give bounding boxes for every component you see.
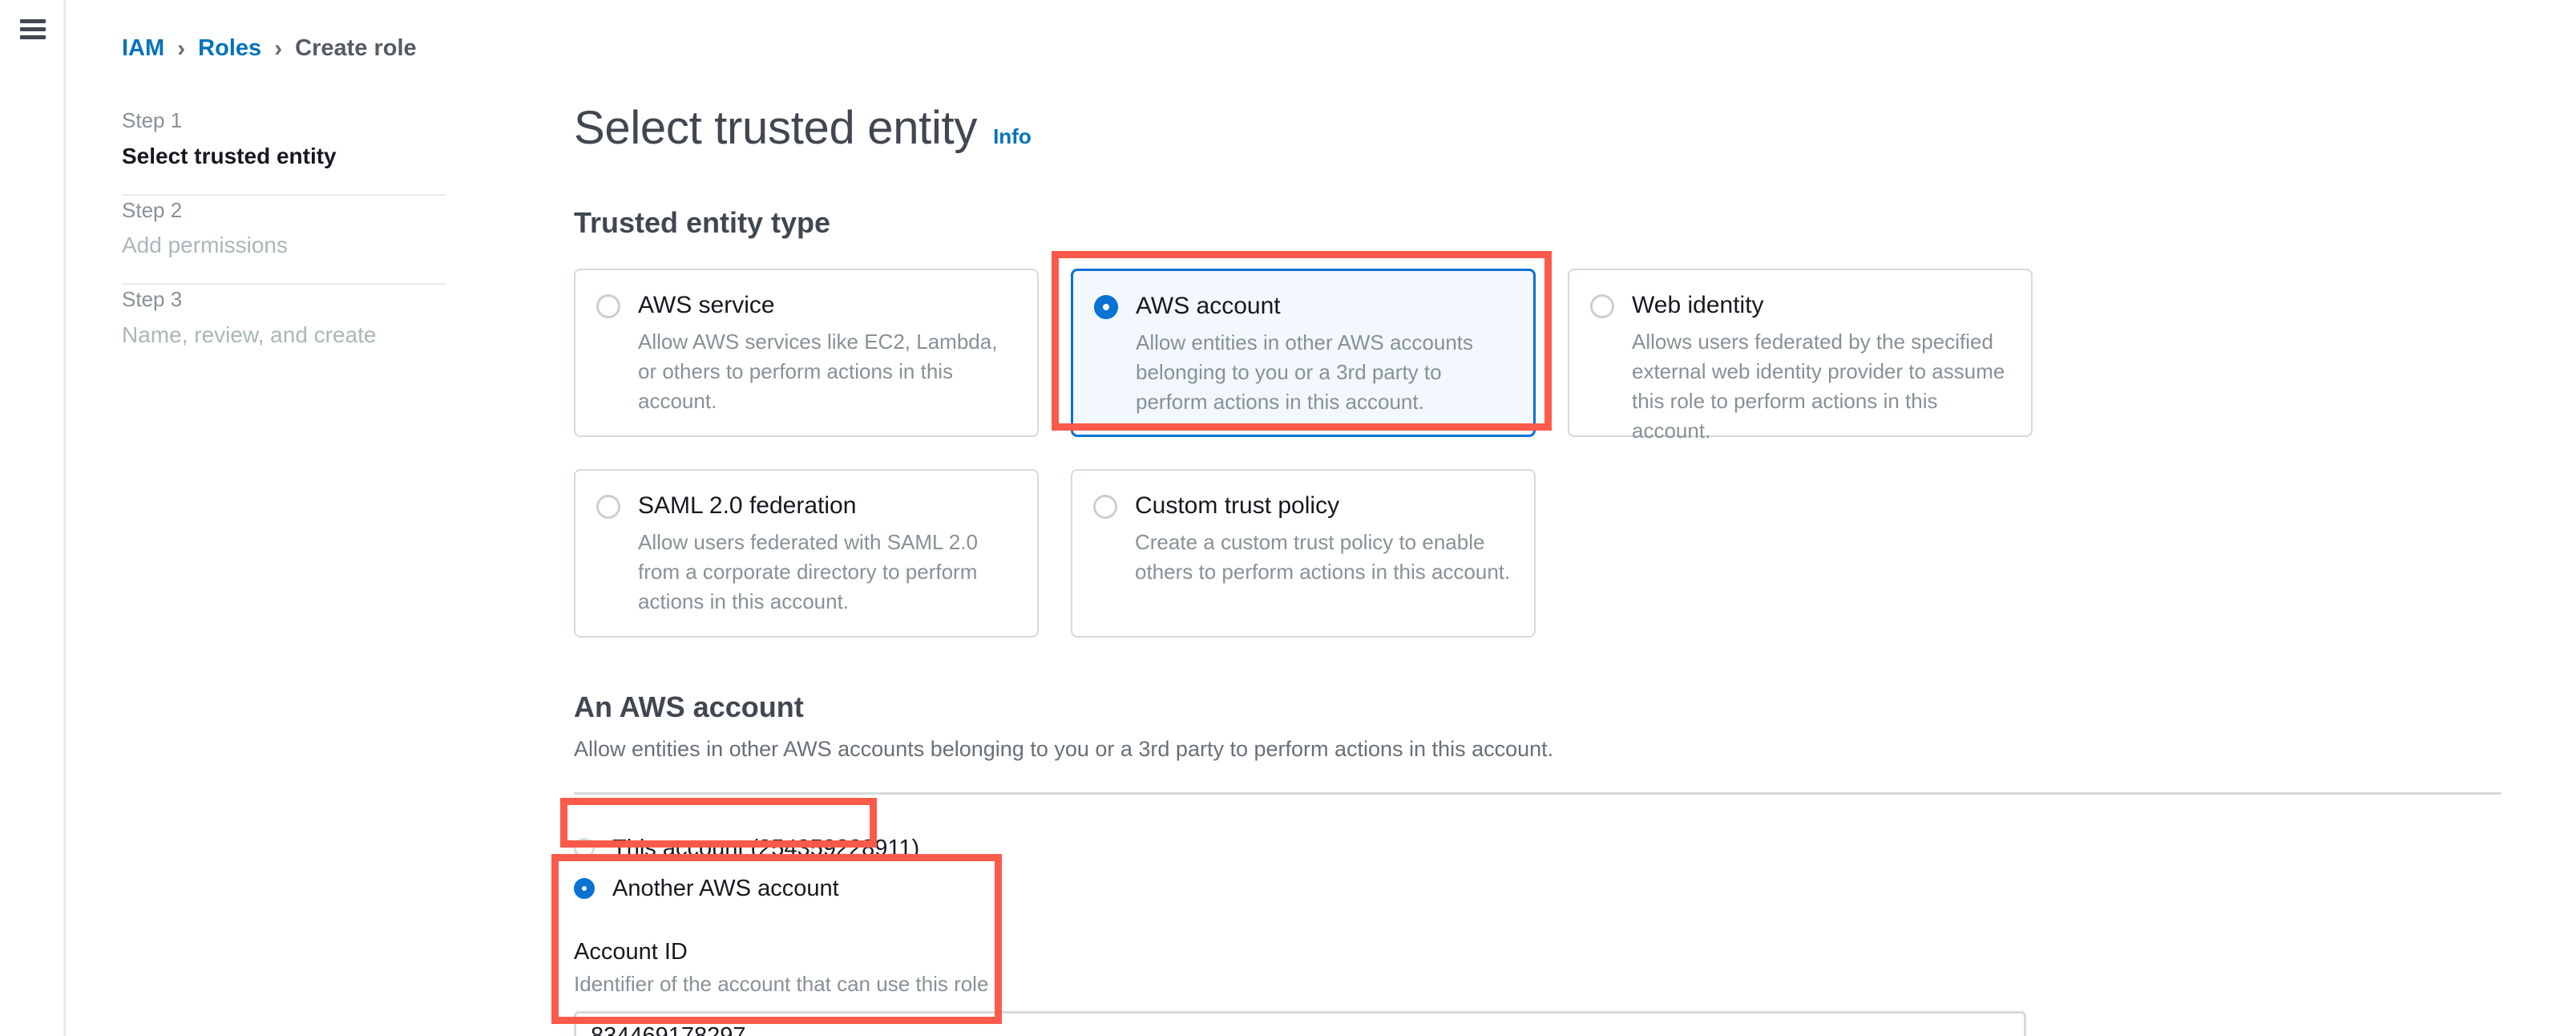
tile-web-identity-description: Allows users federated by the specified … <box>1632 330 2005 443</box>
breadcrumb-item-roles[interactable]: Roles <box>198 35 261 62</box>
tile-aws-service-description: Allow AWS services like EC2, Lambda, or … <box>638 330 998 413</box>
left-rail <box>0 0 66 1036</box>
radio-row-this-account[interactable]: This account (254359228911) <box>574 828 2497 868</box>
trusted-entity-type-tiles: AWS service Allow AWS services like EC2,… <box>574 269 2033 637</box>
tile-saml-federation-label: SAML 2.0 federation <box>638 492 857 519</box>
account-id-sublabel: Identifier of the account that can use t… <box>574 972 989 996</box>
step-2-number: Step 2 <box>122 197 183 222</box>
tile-aws-account-label: AWS account <box>1136 293 1281 319</box>
radio-this-account-label: This account (254359228911) <box>612 835 920 861</box>
radio-another-aws-account[interactable] <box>574 878 595 899</box>
account-id-input[interactable] <box>574 1011 2026 1036</box>
tile-saml-federation[interactable]: SAML 2.0 federation Allow users federate… <box>574 469 1039 637</box>
steps-sidebar: Step 1 Select trusted entity Step 2 Add … <box>122 106 446 373</box>
tile-aws-account[interactable]: AWS account Allow entities in other AWS … <box>1071 269 1536 437</box>
account-scope-radio-group: This account (254359228911) Another AWS … <box>574 828 2497 909</box>
tile-web-identity[interactable]: Web identity Allows users federated by t… <box>1568 269 2033 443</box>
breadcrumb-separator-icon: › <box>177 34 186 62</box>
radio-another-aws-account-label: Another AWS account <box>612 875 839 901</box>
tile-custom-trust-policy-description: Create a custom trust policy to enable o… <box>1135 530 1511 584</box>
tile-aws-service[interactable]: AWS service Allow AWS services like EC2,… <box>574 269 1039 437</box>
account-id-field-group: Account ID Identifier of the account tha… <box>574 939 2497 1036</box>
radio-row-another-aws-account[interactable]: Another AWS account <box>574 868 2497 909</box>
breadcrumb-separator-icon: › <box>274 34 283 62</box>
radio-aws-account[interactable] <box>1094 295 1118 319</box>
radio-saml-federation[interactable] <box>596 495 620 519</box>
step-3-title: Name, review, and create <box>122 322 377 348</box>
tile-custom-trust-policy[interactable]: Custom trust policy Create a custom trus… <box>1071 469 1536 637</box>
breadcrumb-item-create-role: Create role <box>295 35 417 61</box>
radio-web-identity[interactable] <box>1590 294 1614 318</box>
create-role-page: IAM › Roles › Create role Step 1 Select … <box>0 0 2576 1036</box>
tile-web-identity-label: Web identity <box>1632 292 1764 318</box>
breadcrumb-item-iam[interactable]: IAM <box>122 35 164 62</box>
an-aws-account-description: Allow entities in other AWS accounts bel… <box>574 737 1554 761</box>
page-title: Select trusted entity <box>574 102 978 154</box>
step-1[interactable]: Step 1 Select trusted entity <box>122 106 446 194</box>
info-link[interactable]: Info <box>993 124 1032 149</box>
main-content: Select trusted entity Info Trusted entit… <box>574 0 2501 1036</box>
tile-aws-service-label: AWS service <box>638 292 775 318</box>
radio-custom-trust-policy[interactable] <box>1093 495 1117 519</box>
page-title-row: Select trusted entity Info <box>574 101 2497 155</box>
hamburger-icon[interactable] <box>20 19 46 40</box>
step-3[interactable]: Step 3 Name, review, and create <box>122 285 446 373</box>
account-id-label: Account ID <box>574 939 688 965</box>
an-aws-account-heading: An AWS account <box>574 690 804 723</box>
radio-this-account[interactable] <box>574 838 595 859</box>
step-3-number: Step 3 <box>122 287 183 312</box>
step-1-title: Select trusted entity <box>122 143 337 168</box>
step-2-title: Add permissions <box>122 233 288 258</box>
trusted-entity-type-heading: Trusted entity type <box>574 206 831 239</box>
section-divider <box>574 792 2501 795</box>
tile-custom-trust-policy-label: Custom trust policy <box>1135 492 1340 519</box>
step-2[interactable]: Step 2 Add permissions <box>122 196 446 284</box>
tile-aws-account-description: Allow entities in other AWS accounts bel… <box>1136 330 1474 414</box>
step-1-number: Step 1 <box>122 108 183 132</box>
radio-aws-service[interactable] <box>596 294 620 318</box>
breadcrumb: IAM › Roles › Create role <box>122 35 417 62</box>
tile-saml-federation-description: Allow users federated with SAML 2.0 from… <box>638 530 978 613</box>
